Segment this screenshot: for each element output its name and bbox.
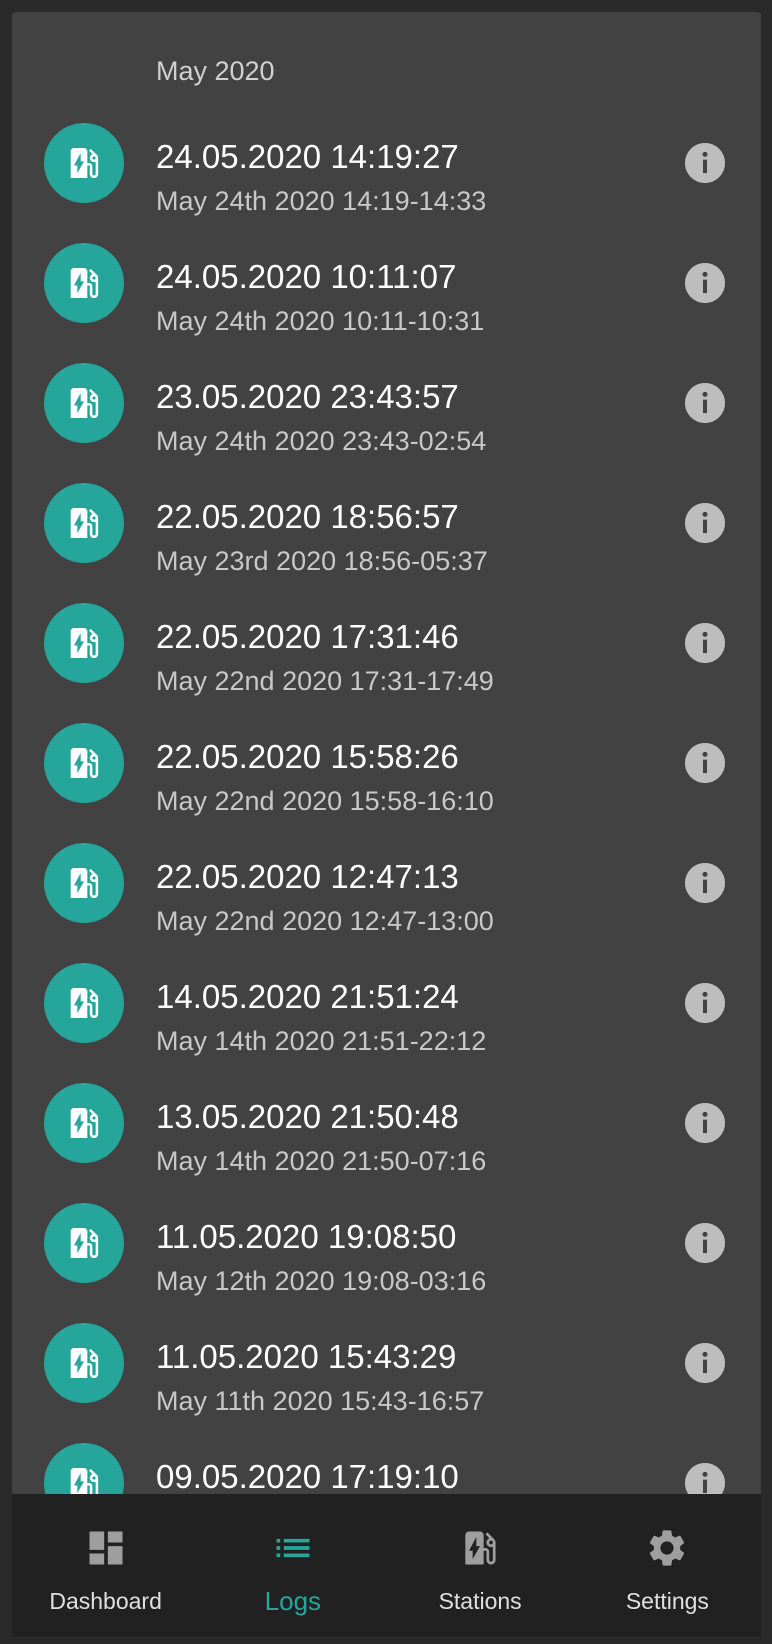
ev-station-icon xyxy=(44,123,124,203)
nav-stations-label: Stations xyxy=(438,1588,522,1614)
ev-station-icon xyxy=(44,483,124,563)
ev-station-icon xyxy=(44,363,124,443)
log-row[interactable]: 24.05.2020 10:11:07 May 24th 2020 10:11-… xyxy=(12,203,761,336)
log-row[interactable]: 22.05.2020 18:56:57 May 23rd 2020 18:56-… xyxy=(12,443,761,576)
log-row[interactable]: 14.05.2020 21:51:24 May 14th 2020 21:51-… xyxy=(12,923,761,1056)
nav-logs[interactable]: Logs xyxy=(199,1494,386,1637)
info-icon[interactable] xyxy=(685,863,725,903)
ev-station-icon xyxy=(44,963,124,1043)
list-icon xyxy=(276,1538,310,1558)
log-title: 11.05.2020 19:08:50 xyxy=(156,1218,457,1255)
ev-station-icon xyxy=(44,1083,124,1163)
ev-station-icon xyxy=(44,603,124,683)
gear-icon xyxy=(650,1530,685,1566)
log-title: 22.05.2020 15:58:26 xyxy=(156,738,459,775)
info-icon[interactable] xyxy=(685,1463,725,1494)
dashboard-icon xyxy=(89,1531,123,1565)
log-row[interactable]: 11.05.2020 19:08:50 May 12th 2020 19:08-… xyxy=(12,1163,761,1296)
log-title: 11.05.2020 15:43:29 xyxy=(156,1338,457,1375)
log-title: 22.05.2020 17:31:46 xyxy=(156,618,459,655)
log-title: 22.05.2020 12:47:13 xyxy=(156,858,459,895)
log-row[interactable]: 22.05.2020 17:31:46 May 22nd 2020 17:31-… xyxy=(12,563,761,696)
log-row[interactable]: 23.05.2020 23:43:57 May 24th 2020 23:43-… xyxy=(12,323,761,456)
info-icon[interactable] xyxy=(685,383,725,423)
log-list[interactable]: 24.05.2020 14:19:27 May 24th 2020 14:19-… xyxy=(12,83,761,1494)
log-title: 23.05.2020 23:43:57 xyxy=(156,378,459,415)
log-title: 13.05.2020 21:50:48 xyxy=(156,1098,459,1135)
bottom-navigation: Dashboard Logs Stations Settings xyxy=(12,1494,761,1637)
nav-dashboard-label: Dashboard xyxy=(49,1588,162,1614)
log-title: 09.05.2020 17:19:10 xyxy=(156,1458,459,1494)
info-icon[interactable] xyxy=(685,143,725,183)
info-icon[interactable] xyxy=(685,1103,725,1143)
info-icon[interactable] xyxy=(685,1223,725,1263)
ev-station-icon xyxy=(44,1443,124,1494)
log-row[interactable]: 24.05.2020 14:19:27 May 24th 2020 14:19-… xyxy=(12,83,761,216)
ev-station-icon xyxy=(44,843,124,923)
log-row[interactable]: 11.05.2020 15:43:29 May 11th 2020 15:43-… xyxy=(12,1283,761,1416)
info-icon[interactable] xyxy=(685,983,725,1023)
info-icon[interactable] xyxy=(685,263,725,303)
ev-station-icon xyxy=(44,1203,124,1283)
log-row[interactable]: 22.05.2020 12:47:13 May 22nd 2020 12:47-… xyxy=(12,803,761,936)
ev-station-icon xyxy=(44,723,124,803)
nav-settings[interactable]: Settings xyxy=(574,1494,761,1637)
info-icon[interactable] xyxy=(685,1343,725,1383)
logs-card: May 2020 24.05.2020 14:19:27 May 24th 20… xyxy=(12,12,761,1494)
log-row[interactable]: 13.05.2020 21:50:48 May 14th 2020 21:50-… xyxy=(12,1043,761,1176)
log-title: 24.05.2020 10:11:07 xyxy=(156,258,457,295)
nav-settings-label: Settings xyxy=(625,1588,709,1614)
info-icon[interactable] xyxy=(685,743,725,783)
ev-station-icon xyxy=(44,1323,124,1403)
nav-logs-label: Logs xyxy=(264,1586,322,1616)
ev-station-icon xyxy=(465,1531,496,1565)
log-row[interactable]: 09.05.2020 17:19:10 xyxy=(12,1403,761,1494)
info-icon[interactable] xyxy=(685,623,725,663)
info-icon[interactable] xyxy=(685,503,725,543)
log-title: 24.05.2020 14:19:27 xyxy=(156,138,459,175)
log-row[interactable]: 22.05.2020 15:58:26 May 22nd 2020 15:58-… xyxy=(12,683,761,816)
log-title: 14.05.2020 21:51:24 xyxy=(156,978,459,1015)
nav-dashboard[interactable]: Dashboard xyxy=(12,1494,199,1637)
nav-stations[interactable]: Stations xyxy=(387,1494,574,1637)
ev-station-icon xyxy=(44,243,124,323)
app-screen: May 2020 24.05.2020 14:19:27 May 24th 20… xyxy=(0,0,772,1644)
log-title: 22.05.2020 18:56:57 xyxy=(156,498,459,535)
